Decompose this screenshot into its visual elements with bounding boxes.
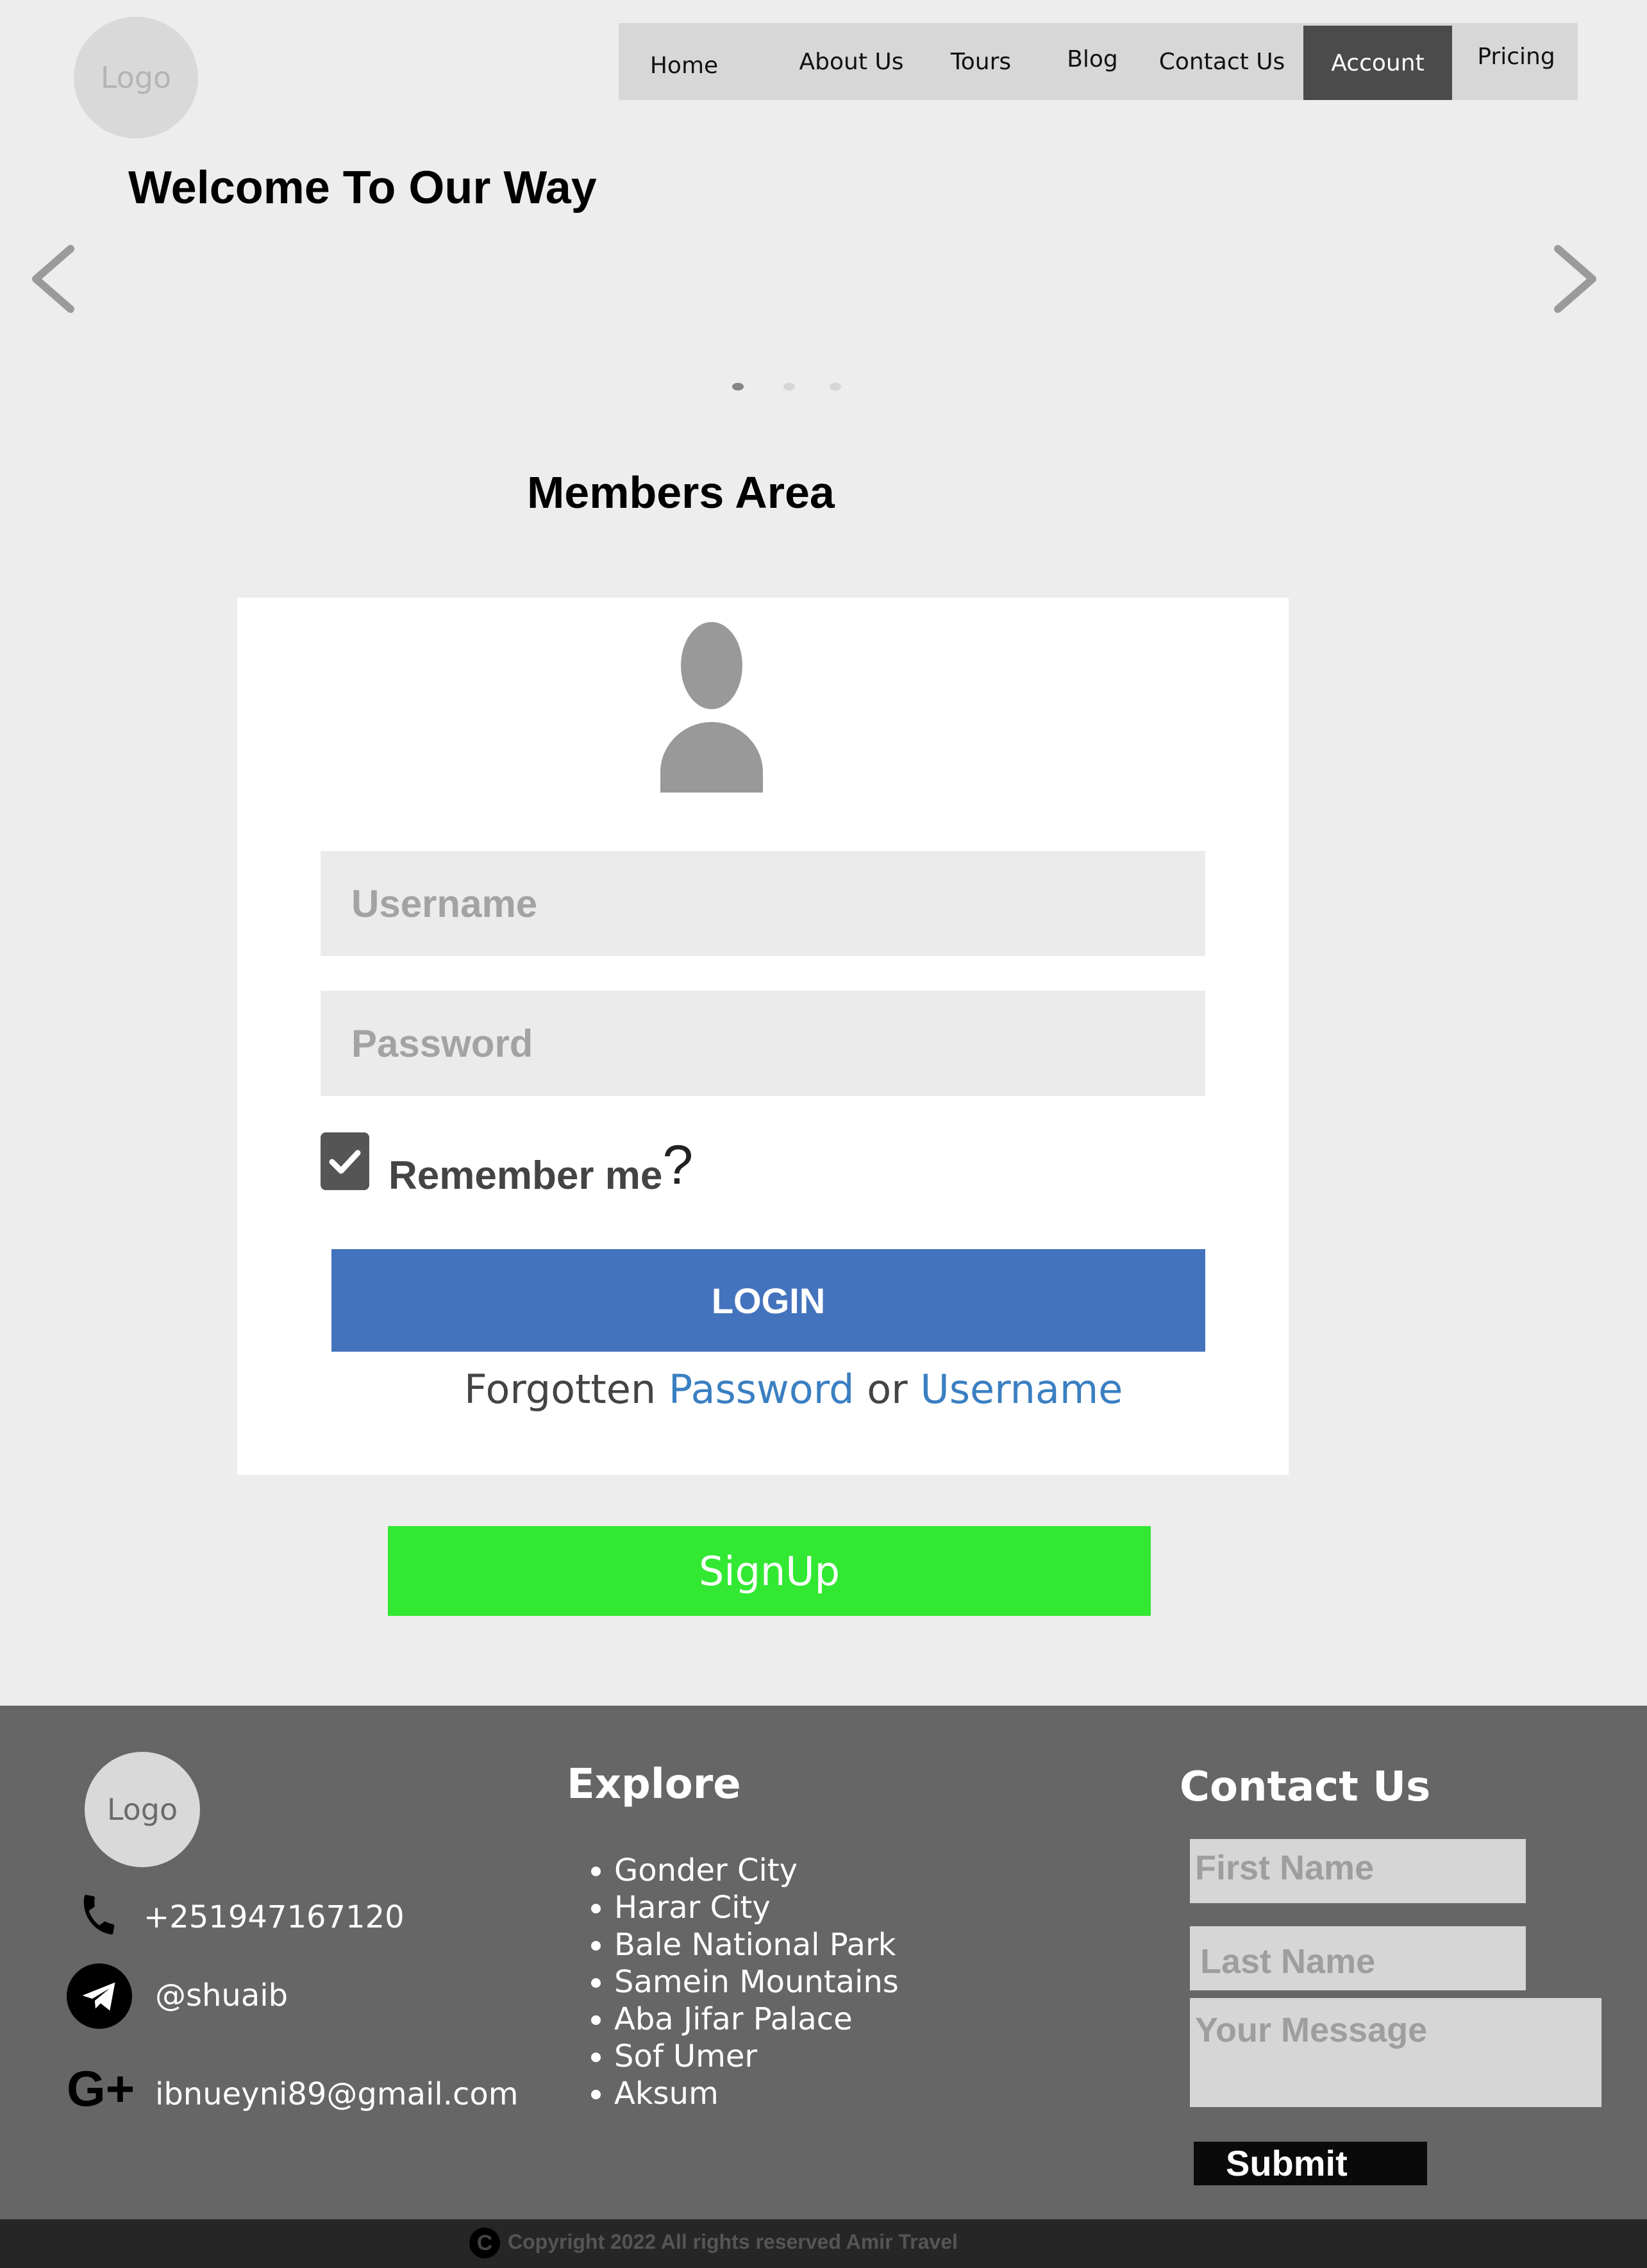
google-plus-icon[interactable]: G+ [67,2063,135,2113]
explore-item[interactable]: Gonder City [614,1852,899,1889]
prev-slide-arrow-icon[interactable] [26,244,83,314]
forgot-password-link[interactable]: Password [669,1366,855,1413]
remember-me-checkbox[interactable] [321,1132,369,1190]
remember-me-question-mark: ? [662,1134,694,1196]
explore-item[interactable]: Aba Jifar Palace [614,2001,899,2038]
first-name-field[interactable]: First Name [1190,1839,1526,1903]
footer-email[interactable]: ibnueyni89@gmail.com [155,2076,519,2112]
members-title: Members Area [527,467,835,517]
explore-item[interactable]: Aksum [614,2075,899,2112]
checkmark-icon [329,1150,361,1174]
password-input[interactable] [321,991,1205,1096]
login-button[interactable]: LOGIN [331,1249,1205,1352]
slide-dot-1[interactable] [732,383,744,391]
explore-title: Explore [567,1761,741,1808]
next-slide-arrow-icon[interactable] [1545,244,1603,314]
nav-blog[interactable]: Blog [1062,21,1123,97]
telegram-icon[interactable] [67,1963,132,2032]
submit-button[interactable]: Submit [1194,2142,1427,2185]
explore-list: Gonder City Harar City Bale National Par… [558,1852,899,2112]
nav-tours[interactable]: Tours [947,23,1015,100]
explore-item[interactable]: Sof Umer [614,2038,899,2075]
nav-account[interactable]: Account [1303,26,1452,100]
slide-dot-3[interactable] [830,383,841,391]
username-input[interactable] [321,851,1205,956]
message-field[interactable]: Your Message [1190,1998,1601,2107]
nav-pricing[interactable]: Pricing [1475,18,1557,95]
explore-item[interactable]: Bale National Park [614,1926,899,1963]
contact-title: Contact Us [1180,1763,1431,1811]
nav-about-us[interactable]: About Us [784,23,919,100]
user-avatar-icon [658,619,765,796]
slide-dot-2[interactable] [783,383,795,391]
header-logo[interactable]: Logo [74,17,198,139]
footer-phone[interactable]: +251947167120 [144,1899,405,1935]
nav-contact-us[interactable]: Contact Us [1151,23,1293,100]
nav-home[interactable]: Home [650,27,718,104]
hero-title: Welcome To Our Way [128,162,597,214]
forgot-username-link[interactable]: Username [920,1366,1123,1413]
phone-icon [76,1892,122,1941]
explore-item[interactable]: Harar City [614,1889,899,1926]
forgot-prefix: Forgotten [464,1366,656,1413]
signup-button[interactable]: SignUp [388,1526,1151,1616]
footer-telegram[interactable]: @shuaib [155,1978,288,2013]
main-nav: Home About Us Tours Blog Contact Us Acco… [619,23,1578,100]
copyright-text: Copyright 2022 All rights reserved Amir … [508,2230,958,2253]
explore-item[interactable]: Samein Mountains [614,1963,899,2001]
remember-me-text: Remember me [389,1154,663,1198]
forgot-or: or [867,1366,908,1413]
forgot-credentials-text: Forgotten Password or Username [464,1366,1123,1413]
footer-logo[interactable]: Logo [85,1752,200,1867]
remember-me-label: Remember me? [389,1134,693,1202]
copyright-icon: C [469,2228,500,2258]
last-name-field[interactable]: Last Name [1190,1926,1526,1990]
